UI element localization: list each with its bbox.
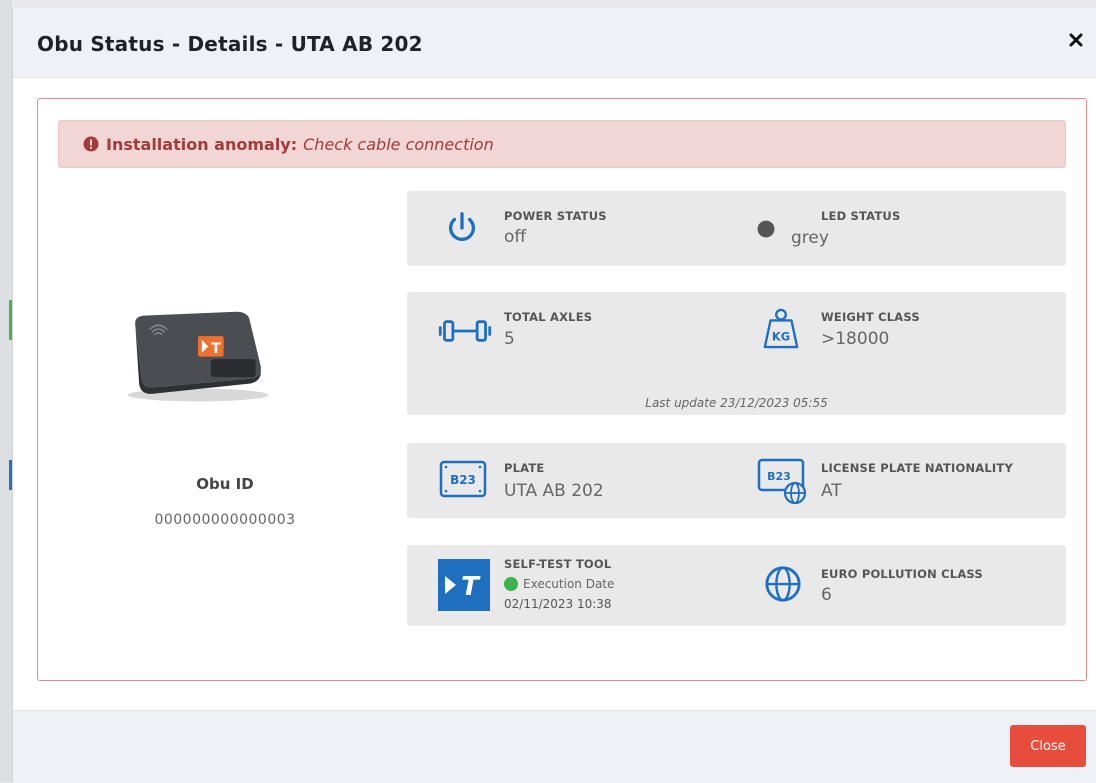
led-status-label: LED STATUS <box>821 209 901 223</box>
plate-globe-icon: B23 <box>757 458 807 505</box>
weight-icon-text: KG <box>772 329 790 343</box>
globe-icon <box>765 566 801 602</box>
background-page-strip <box>0 0 12 782</box>
self-test-card: T SELF-TEST TOOL Execution Date 02/11/20… <box>407 545 1066 626</box>
power-status-card: POWER STATUS off LED STATUS grey <box>407 191 1066 266</box>
plate-card: B23 PLATE UTA AB 202 B23 LICENSE PLATE N… <box>407 443 1066 518</box>
plate-label: PLATE <box>504 461 545 475</box>
weight-class-value: >18000 <box>821 329 890 349</box>
close-icon[interactable] <box>1066 30 1086 50</box>
modal-footer: Close <box>13 710 1096 783</box>
last-update-text: Last update 23/12/2023 05:55 <box>645 396 828 410</box>
total-axles-label: TOTAL AXLES <box>504 310 593 324</box>
power-icon <box>449 212 475 241</box>
alert-title: Installation anomaly: <box>106 134 298 154</box>
plate-icon-text: B23 <box>450 473 476 487</box>
euro-pollution-value: 6 <box>821 585 832 605</box>
close-button[interactable]: Close <box>1010 725 1086 767</box>
nationality-icon-text: B23 <box>767 470 791 483</box>
power-status-value: off <box>504 227 527 247</box>
exclamation-circle-icon <box>83 136 99 152</box>
total-axles-value: 5 <box>504 329 515 349</box>
alert-message: Check cable connection <box>303 134 494 154</box>
obu-device-image: T <box>127 311 269 402</box>
obu-status-modal: Obu Status - Details - UTA AB 202 Instal… <box>12 8 1096 783</box>
weight-kg-icon: KG <box>763 308 799 349</box>
modal-header: Obu Status - Details - UTA AB 202 <box>13 8 1096 78</box>
nationality-label: LICENSE PLATE NATIONALITY <box>821 461 1013 475</box>
obu-id-label: Obu ID <box>196 475 254 493</box>
execution-date-label: Execution Date <box>523 577 615 591</box>
tool-logo-text: T <box>461 572 481 602</box>
self-test-tool-label: SELF-TEST TOOL <box>504 557 612 571</box>
weight-class-label: WEIGHT CLASS <box>821 310 920 324</box>
installation-anomaly-alert: Installation anomaly: Check cable connec… <box>58 120 1066 168</box>
vehicle-info-card: TOTAL AXLES 5 KG WEIGHT CLASS >18000 Las… <box>407 292 1066 415</box>
execution-date-row: Execution Date <box>504 577 614 591</box>
plate-value: UTA AB 202 <box>504 481 604 501</box>
self-test-tool-logo-icon: T <box>438 559 490 611</box>
green-status-dot-icon <box>504 577 518 591</box>
led-status-value: grey <box>791 228 829 248</box>
axle-icon <box>438 320 492 342</box>
led-dot-icon <box>757 220 775 238</box>
modal-title: Obu Status - Details - UTA AB 202 <box>37 32 423 56</box>
license-plate-icon: B23 <box>439 460 487 498</box>
power-status-label: POWER STATUS <box>504 209 607 223</box>
execution-date-value: 02/11/2023 10:38 <box>504 597 612 611</box>
device-logo-text: T <box>211 341 221 357</box>
obu-id-value: 000000000000003 <box>154 512 296 528</box>
nationality-value: AT <box>821 481 842 501</box>
euro-pollution-label: EURO POLLUTION CLASS <box>821 567 983 581</box>
modal-body: Installation anomaly: Check cable connec… <box>37 98 1087 681</box>
